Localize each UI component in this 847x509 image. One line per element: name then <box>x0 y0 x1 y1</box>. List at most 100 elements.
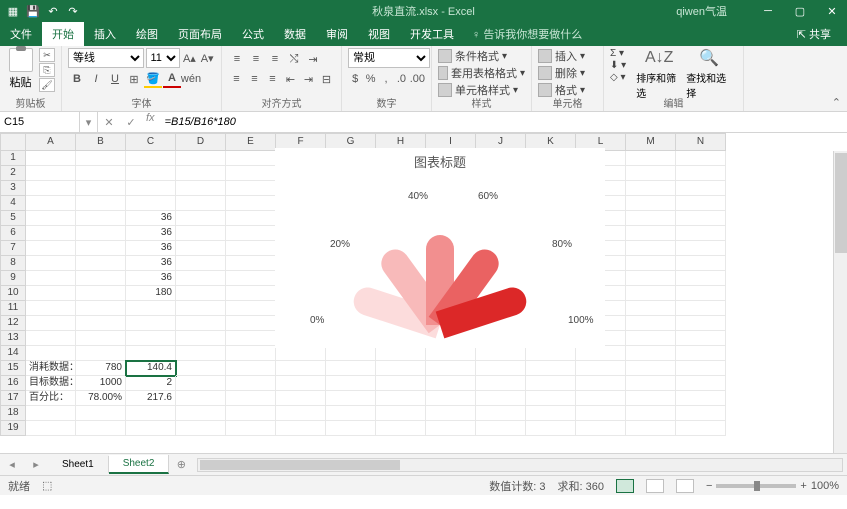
cell-E9[interactable] <box>226 271 276 286</box>
cell-N4[interactable] <box>676 196 726 211</box>
spreadsheet-grid[interactable]: ABCDEFGHIJKLMN 1234567891011121314151617… <box>0 133 847 453</box>
chart-title[interactable]: 图表标题 <box>275 148 605 175</box>
cell-M3[interactable] <box>626 181 676 196</box>
cell-B7[interactable] <box>76 241 126 256</box>
font-color-icon[interactable]: A <box>163 70 181 88</box>
row-header-3[interactable]: 3 <box>0 181 26 196</box>
cell-M18[interactable] <box>626 406 676 421</box>
cell-E8[interactable] <box>226 256 276 271</box>
cell-I16[interactable] <box>426 376 476 391</box>
bold-icon[interactable]: B <box>68 70 86 88</box>
cell-L15[interactable] <box>576 361 626 376</box>
cell-C6[interactable]: 36 <box>126 226 176 241</box>
paste-button[interactable]: 粘贴 <box>6 48 35 90</box>
cell-C2[interactable] <box>126 166 176 181</box>
row-header-10[interactable]: 10 <box>0 286 26 301</box>
cell-D17[interactable] <box>176 391 226 406</box>
cell-D14[interactable] <box>176 346 226 361</box>
cell-G14[interactable] <box>326 346 376 361</box>
cell-C12[interactable] <box>126 316 176 331</box>
cell-I15[interactable] <box>426 361 476 376</box>
cell-B12[interactable] <box>76 316 126 331</box>
align-top-icon[interactable]: ≡ <box>228 50 246 68</box>
cell-J15[interactable] <box>476 361 526 376</box>
fill-color-icon[interactable]: 🪣 <box>144 70 162 88</box>
cell-M19[interactable] <box>626 421 676 436</box>
tab-devtools[interactable]: 开发工具 <box>400 22 464 46</box>
cell-C14[interactable] <box>126 346 176 361</box>
insert-cells-button[interactable]: 插入 ▾ <box>538 48 597 64</box>
cell-N14[interactable] <box>676 346 726 361</box>
tab-data[interactable]: 数据 <box>274 22 316 46</box>
cell-C5[interactable]: 36 <box>126 211 176 226</box>
cell-N7[interactable] <box>676 241 726 256</box>
cell-D2[interactable] <box>176 166 226 181</box>
format-painter-icon[interactable]: 🖌 <box>39 78 55 92</box>
cell-F17[interactable] <box>276 391 326 406</box>
cell-E2[interactable] <box>226 166 276 181</box>
delete-cells-button[interactable]: 删除 ▾ <box>538 65 597 81</box>
cell-H18[interactable] <box>376 406 426 421</box>
tab-review[interactable]: 审阅 <box>316 22 358 46</box>
cell-J16[interactable] <box>476 376 526 391</box>
add-sheet-button[interactable]: ⊕ <box>169 458 193 471</box>
border-icon[interactable]: ⊞ <box>125 70 143 88</box>
row-header-5[interactable]: 5 <box>0 211 26 226</box>
tab-file[interactable]: 文件 <box>0 22 42 46</box>
cell-M5[interactable] <box>626 211 676 226</box>
cell-I17[interactable] <box>426 391 476 406</box>
cell-A2[interactable] <box>26 166 76 181</box>
currency-icon[interactable]: $ <box>348 70 362 88</box>
cell-J14[interactable] <box>476 346 526 361</box>
page-layout-view-button[interactable] <box>646 479 664 493</box>
cell-L14[interactable] <box>576 346 626 361</box>
zoom-control[interactable]: − + 100% <box>706 480 839 492</box>
cell-D5[interactable] <box>176 211 226 226</box>
cell-M9[interactable] <box>626 271 676 286</box>
cell-B3[interactable] <box>76 181 126 196</box>
zoom-out-button[interactable]: − <box>706 480 712 492</box>
align-middle-icon[interactable]: ≡ <box>247 50 265 68</box>
decrease-indent-icon[interactable]: ⇤ <box>282 70 299 88</box>
cell-C15[interactable]: 140.4 <box>126 361 176 376</box>
cell-A3[interactable] <box>26 181 76 196</box>
cell-D15[interactable] <box>176 361 226 376</box>
row-header-7[interactable]: 7 <box>0 241 26 256</box>
cell-E3[interactable] <box>226 181 276 196</box>
cell-B15[interactable]: 780 <box>76 361 126 376</box>
col-header-A[interactable]: A <box>26 133 76 151</box>
increase-decimal-icon[interactable]: .0 <box>394 70 408 88</box>
cell-N2[interactable] <box>676 166 726 181</box>
cell-E1[interactable] <box>226 151 276 166</box>
cell-A11[interactable] <box>26 301 76 316</box>
tab-pagelayout[interactable]: 页面布局 <box>168 22 232 46</box>
orientation-icon[interactable]: ⤭ <box>285 50 303 68</box>
cell-E15[interactable] <box>226 361 276 376</box>
cell-N6[interactable] <box>676 226 726 241</box>
cell-G18[interactable] <box>326 406 376 421</box>
tell-me[interactable]: ♀ 告诉我你想要做什么 <box>464 22 590 46</box>
cell-E17[interactable] <box>226 391 276 406</box>
cell-K18[interactable] <box>526 406 576 421</box>
align-bottom-icon[interactable]: ≡ <box>266 50 284 68</box>
cell-N9[interactable] <box>676 271 726 286</box>
cell-H14[interactable] <box>376 346 426 361</box>
name-box-input[interactable] <box>4 116 75 128</box>
row-header-13[interactable]: 13 <box>0 331 26 346</box>
cell-E16[interactable] <box>226 376 276 391</box>
undo-icon[interactable]: ↶ <box>44 2 62 20</box>
row-header-11[interactable]: 11 <box>0 301 26 316</box>
cell-B18[interactable] <box>76 406 126 421</box>
cell-B10[interactable] <box>76 286 126 301</box>
cell-A7[interactable] <box>26 241 76 256</box>
cell-F14[interactable] <box>276 346 326 361</box>
cancel-formula-icon[interactable]: ✕ <box>98 112 120 132</box>
cell-A13[interactable] <box>26 331 76 346</box>
cell-E19[interactable] <box>226 421 276 436</box>
sheet-nav-prev[interactable]: ◂ <box>0 458 24 471</box>
sheet-tab-1[interactable]: Sheet1 <box>48 456 109 473</box>
cell-D10[interactable] <box>176 286 226 301</box>
conditional-format-button[interactable]: 条件格式 ▾ <box>438 48 525 64</box>
col-header-B[interactable]: B <box>76 133 126 151</box>
cell-I19[interactable] <box>426 421 476 436</box>
